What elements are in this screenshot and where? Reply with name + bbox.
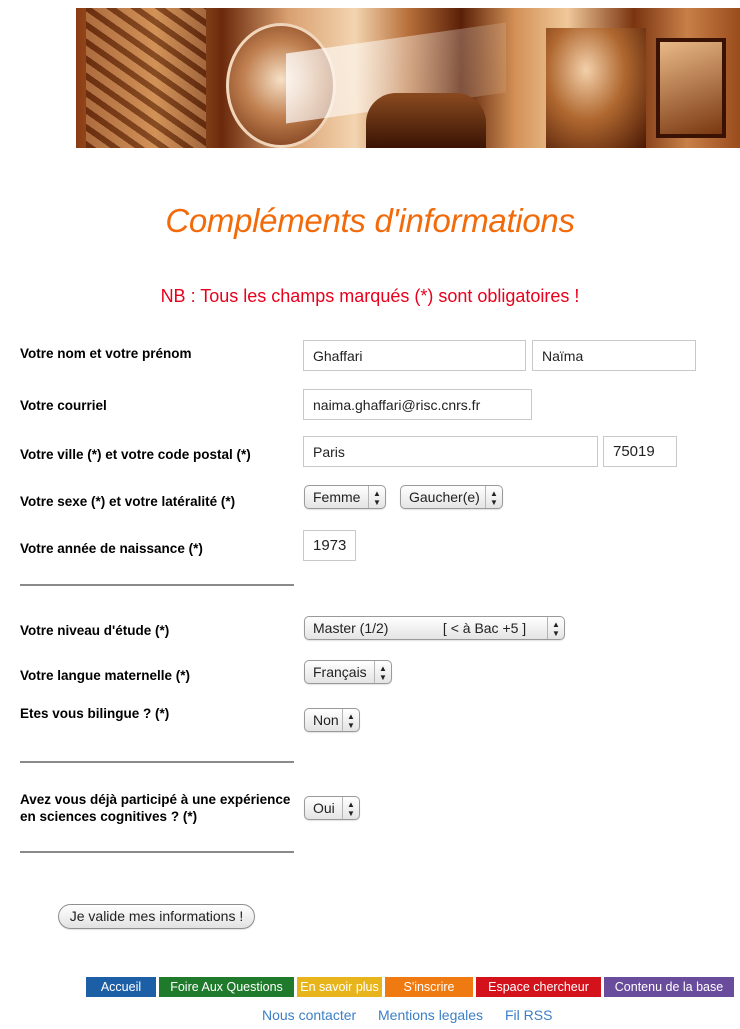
first-name-field[interactable] <box>532 340 696 371</box>
bilingual-select[interactable]: Non ▲ ▼ <box>304 708 360 732</box>
mother-tongue-select[interactable]: Français ▲ ▼ <box>304 660 392 684</box>
mother-tongue-select-value: Français <box>313 664 367 680</box>
up-down-arrows-icon: ▲ ▼ <box>485 486 502 508</box>
bilingual-select-value: Non <box>313 712 339 728</box>
city-field[interactable] <box>303 436 598 467</box>
contact-link[interactable]: Nous contacter <box>262 1007 356 1023</box>
postal-code-field[interactable] <box>603 436 677 467</box>
birth-year-field[interactable] <box>303 530 356 561</box>
nav-espace-chercheur[interactable]: Espace chercheur <box>476 977 601 997</box>
education-select[interactable]: Master (1/2) [ < à Bac +5 ] ▲ ▼ <box>304 616 565 640</box>
divider <box>20 851 294 853</box>
birth-year-label: Votre année de naissance (*) <box>20 541 203 556</box>
laterality-select[interactable]: Gaucher(e) ▲ ▼ <box>400 485 503 509</box>
sex-laterality-label: Votre sexe (*) et votre latéralité (*) <box>20 494 236 509</box>
page-title: Compléments d'informations <box>165 202 575 239</box>
name-label: Votre nom et votre prénom <box>20 346 192 361</box>
nav-en-savoir-plus[interactable]: En savoir plus <box>297 977 382 997</box>
nav-accueil[interactable]: Accueil <box>86 977 156 997</box>
experience-select[interactable]: Oui ▲ ▼ <box>304 796 360 820</box>
submit-button[interactable]: Je valide mes informations ! <box>58 904 255 929</box>
email-field[interactable] <box>303 389 532 420</box>
experience-select-value: Oui <box>313 800 335 816</box>
education-select-value: Master (1/2) [ < à Bac +5 ] <box>313 620 527 636</box>
up-down-arrows-icon: ▲ ▼ <box>368 486 385 508</box>
experience-label-line1: Avez vous déjà participé à une expérienc… <box>20 792 291 807</box>
experience-label-line2: en sciences cognitives ? (*) <box>20 809 198 824</box>
mother-tongue-label: Votre langue maternelle (*) <box>20 668 191 683</box>
bilingual-label: Etes vous bilingue ? (*) <box>20 706 170 721</box>
nav-inscrire[interactable]: S'inscrire <box>385 977 473 997</box>
up-down-arrows-icon: ▲ ▼ <box>342 797 359 819</box>
up-down-arrows-icon: ▲ ▼ <box>547 617 564 639</box>
rss-link[interactable]: Fil RSS <box>505 1007 552 1023</box>
divider <box>20 761 294 763</box>
sex-select-value: Femme <box>313 489 361 505</box>
legal-link[interactable]: Mentions legales <box>378 1007 483 1023</box>
divider <box>20 584 294 586</box>
email-label: Votre courriel <box>20 398 107 413</box>
education-label: Votre niveau d'étude (*) <box>20 623 170 638</box>
experience-label: Avez vous déjà participé à une expérienc… <box>20 791 290 825</box>
nav-faq[interactable]: Foire Aux Questions <box>159 977 294 997</box>
sex-select[interactable]: Femme ▲ ▼ <box>304 485 386 509</box>
banner-image <box>76 8 740 148</box>
nav-contenu-base[interactable]: Contenu de la base <box>604 977 734 997</box>
up-down-arrows-icon: ▲ ▼ <box>342 709 359 731</box>
last-name-field[interactable] <box>303 340 526 371</box>
city-label: Votre ville (*) et votre code postal (*) <box>20 447 251 462</box>
required-fields-notice: NB : Tous les champs marqués (*) sont ob… <box>160 286 580 306</box>
laterality-select-value: Gaucher(e) <box>409 489 480 505</box>
up-down-arrows-icon: ▲ ▼ <box>374 661 391 683</box>
